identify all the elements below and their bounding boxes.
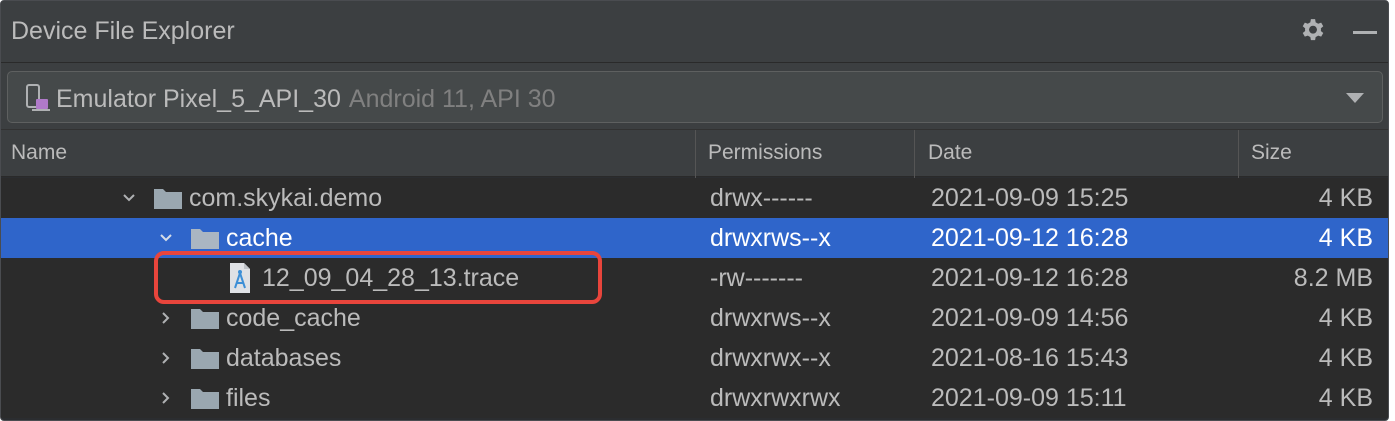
file-name: com.skykai.demo xyxy=(189,184,383,212)
chevron-down-icon[interactable] xyxy=(1346,93,1364,103)
folder-icon xyxy=(154,189,182,209)
device-dropdown[interactable]: Emulator Pixel_5_API_30 Android 11, API 3… xyxy=(7,71,1383,123)
chevron-right-icon[interactable] xyxy=(160,352,172,364)
table-row[interactable]: code_cache drwxrws--x 2021-09-09 14:56 4… xyxy=(1,298,1388,338)
device-detail: Android 11, API 30 xyxy=(348,85,556,113)
folder-icon xyxy=(191,389,219,409)
file-permissions: drwxrwx--x xyxy=(710,344,831,372)
table-row[interactable]: com.skykai.demo drwx------ 2021-09-09 15… xyxy=(1,178,1388,218)
file-permissions: -rw------- xyxy=(710,264,803,292)
file-permissions: drwx------ xyxy=(710,184,813,212)
file-date: 2021-09-12 16:28 xyxy=(931,224,1129,252)
column-header-date[interactable]: Date xyxy=(918,130,1239,178)
file-date: 2021-09-09 15:11 xyxy=(931,384,1127,412)
minimize-icon[interactable] xyxy=(1353,31,1377,34)
file-size: 4 KB xyxy=(1318,184,1373,212)
chevron-down-icon[interactable] xyxy=(160,232,172,244)
window-title: Device File Explorer xyxy=(11,17,235,45)
file-name: databases xyxy=(226,344,342,372)
file-date: 2021-09-09 14:56 xyxy=(931,304,1129,332)
folder-icon xyxy=(191,309,219,329)
chevron-right-icon[interactable] xyxy=(160,392,172,404)
file-name: files xyxy=(226,384,271,412)
chevron-down-icon[interactable] xyxy=(123,192,135,204)
chevron-right-icon[interactable] xyxy=(160,312,172,324)
device-name-label: Emulator Pixel_5_API_30 Android 11, API 3… xyxy=(56,85,556,114)
device-name: Emulator Pixel_5_API_30 xyxy=(56,85,341,113)
file-size: 4 KB xyxy=(1318,344,1373,372)
file-size: 8.2 MB xyxy=(1293,264,1373,292)
device-selector-bar: Emulator Pixel_5_API_30 Android 11, API 3… xyxy=(1,63,1388,129)
file-permissions: drwxrws--x xyxy=(710,224,831,252)
file-permissions: drwxrwxrwx xyxy=(710,384,841,412)
device-file-explorer-panel: Device File Explorer Emulator Pixel_5_AP… xyxy=(0,0,1389,421)
file-date: 2021-09-09 15:25 xyxy=(931,184,1129,212)
column-header-name[interactable]: Name xyxy=(1,130,696,178)
file-size: 4 KB xyxy=(1318,304,1373,332)
highlight-annotation xyxy=(154,251,602,304)
folder-icon xyxy=(191,229,219,249)
file-size: 4 KB xyxy=(1318,384,1373,412)
title-bar: Device File Explorer xyxy=(1,1,1388,63)
column-header-size[interactable]: Size xyxy=(1241,130,1388,178)
file-date: 2021-09-12 16:28 xyxy=(931,264,1129,292)
gear-icon[interactable] xyxy=(1299,18,1327,46)
file-permissions: drwxrws--x xyxy=(710,304,831,332)
table-row[interactable]: databases drwxrwx--x 2021-08-16 15:43 4 … xyxy=(1,338,1388,378)
table-row[interactable]: files drwxrwxrwx 2021-09-09 15:11 4 KB xyxy=(1,378,1388,418)
file-date: 2021-08-16 15:43 xyxy=(931,344,1129,372)
device-icon xyxy=(26,84,50,111)
file-size: 4 KB xyxy=(1318,224,1373,252)
file-name: code_cache xyxy=(226,304,361,332)
table-header: Name Permissions Date Size xyxy=(1,129,1388,178)
column-header-permissions[interactable]: Permissions xyxy=(698,130,915,178)
folder-icon xyxy=(191,349,219,369)
